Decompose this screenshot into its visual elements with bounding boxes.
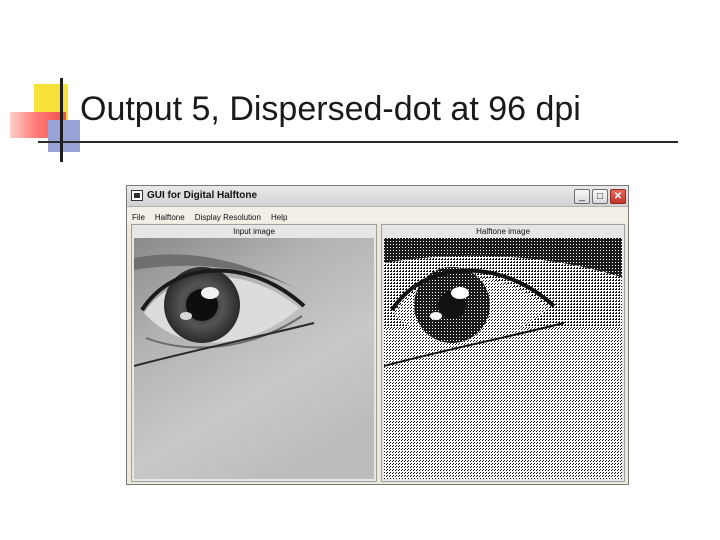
minimize-button[interactable]: _ xyxy=(574,189,590,204)
menu-halftone[interactable]: Halftone xyxy=(150,210,190,222)
title-decoration-blue-square xyxy=(48,120,80,152)
title-decoration-vertical-line xyxy=(60,78,63,162)
slide-title: Output 5, Dispersed-dot at 96 dpi xyxy=(80,90,581,128)
menu-bar: File Halftone Display Resolution Help xyxy=(127,207,628,223)
title-underline xyxy=(38,141,678,143)
input-image-panel: Input image xyxy=(131,224,377,482)
halftone-image xyxy=(384,238,622,479)
input-image-label: Input image xyxy=(233,227,275,236)
halftone-image-label: Halftone image xyxy=(476,227,530,236)
halftone-eye-image xyxy=(384,238,622,479)
input-eye-image xyxy=(134,238,374,479)
input-image xyxy=(134,238,374,479)
app-window: GUI for Digital Halftone _ □ ✕ File Halft… xyxy=(126,185,629,485)
menu-file[interactable]: File xyxy=(127,210,150,222)
menu-display-resolution[interactable]: Display Resolution xyxy=(190,210,266,222)
halftone-image-panel: Halftone image xyxy=(381,224,625,482)
close-button[interactable]: ✕ xyxy=(610,189,626,204)
maximize-button[interactable]: □ xyxy=(592,189,608,204)
window-titlebar[interactable]: GUI for Digital Halftone _ □ ✕ xyxy=(127,186,628,207)
app-window-icon[interactable] xyxy=(131,190,143,201)
menu-help[interactable]: Help xyxy=(266,210,292,222)
window-title: GUI for Digital Halftone xyxy=(147,190,257,201)
